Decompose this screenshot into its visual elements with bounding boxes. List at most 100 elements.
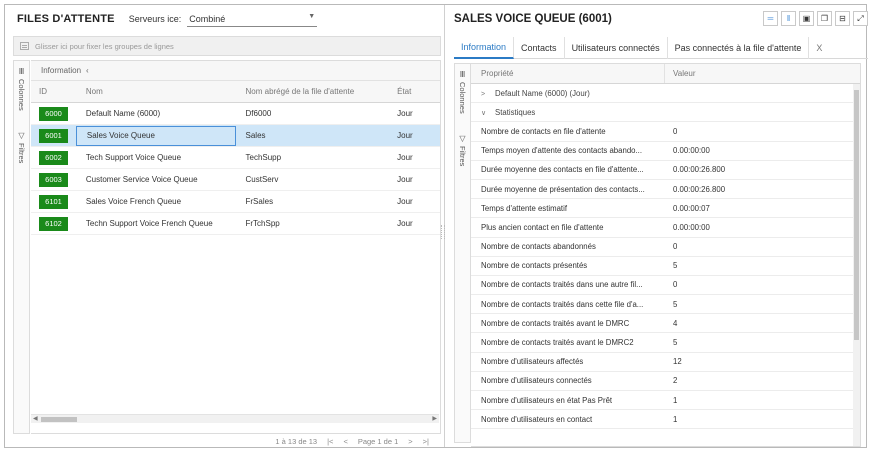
queue-short-name-cell: TechSupp xyxy=(245,153,282,162)
property-value: 5 xyxy=(673,338,678,348)
property-value: 5 xyxy=(673,299,678,309)
table-row[interactable]: 6000 Default Name (6000) Df6000 Jour xyxy=(31,103,440,125)
properties-header: Propriété Valeur xyxy=(471,64,860,84)
queue-short-name-cell: CustServ xyxy=(245,175,279,184)
column-header-abrege[interactable]: Nom abrégé de la file d'attente xyxy=(236,87,386,96)
column-headers: ID Nom Nom abrégé de la file d'attente É… xyxy=(31,81,440,103)
horizontal-scrollbar[interactable]: ◀ ▶ xyxy=(31,414,439,423)
filters-side-tab-label: Filtres xyxy=(458,146,467,167)
row-group-placeholder: Glisser ici pour fixer les groupes de li… xyxy=(35,41,174,51)
columns-side-tab[interactable]: Ⅲ Colonnes xyxy=(455,70,470,114)
row-group-dropzone[interactable]: Glisser ici pour fixer les groupes de li… xyxy=(13,36,441,56)
server-select[interactable]: Combiné ▼ xyxy=(187,11,318,27)
table-row[interactable]: 6003 Customer Service Voice Queue CustSe… xyxy=(31,169,440,191)
filters-side-tab[interactable]: ▽ Filtres xyxy=(455,134,470,166)
group-icon xyxy=(20,42,29,50)
chevron-down-icon: ∨ xyxy=(481,109,487,117)
first-page-icon[interactable]: |< xyxy=(327,437,333,446)
property-name: Nombre d'utilisateurs connectés xyxy=(481,376,592,386)
tab-not-connected[interactable]: Pas connectés à la file d'attente xyxy=(668,37,810,59)
property-row[interactable]: Nombre de contacts traités dans une autr… xyxy=(471,276,860,296)
property-row[interactable]: Nombre de contacts traités avant le DMRC… xyxy=(471,314,860,334)
close-tab-icon[interactable]: X xyxy=(809,37,829,59)
detail-toolbar: ═ ‖ ▣ ❐ ⊟ ⤢ xyxy=(763,11,868,26)
property-row[interactable]: Temps moyen d'attente des contacts aband… xyxy=(471,142,860,161)
property-value: 0 xyxy=(673,280,678,290)
property-name: Plus ancien contact en file d'attente xyxy=(481,222,604,232)
property-row[interactable]: Plus ancien contact en file d'attente 0.0… xyxy=(471,218,860,238)
prev-page-icon[interactable]: < xyxy=(343,437,347,446)
queue-short-name-cell: FrSales xyxy=(245,197,274,206)
scrollbar-thumb[interactable] xyxy=(41,417,77,422)
columns-icon: Ⅲ xyxy=(459,70,466,79)
collapse-group-icon[interactable]: ‹ xyxy=(86,66,89,75)
property-value: 0 xyxy=(673,126,678,136)
property-row[interactable]: Temps d'attente estimatif 0.00:00:07 xyxy=(471,199,860,219)
tab-connected-users[interactable]: Utilisateurs connectés xyxy=(565,37,668,59)
queue-id-badge: 6002 xyxy=(39,150,68,165)
property-row[interactable]: Nombre de contacts traités dans cette fi… xyxy=(471,295,860,315)
group-row-default[interactable]: > Default Name (6000) (Jour) xyxy=(471,84,860,104)
property-row[interactable]: Durée moyenne des contacts en file d'att… xyxy=(471,161,860,180)
detail-title: SALES VOICE QUEUE (6001) xyxy=(454,13,612,25)
last-page-icon[interactable]: >| xyxy=(423,437,429,446)
property-row[interactable]: Nombre d'utilisateurs affectés 12 xyxy=(471,353,860,372)
pagination-bar: 1 à 13 de 13 |< < Page 1 de 1 > >| xyxy=(31,435,441,447)
queue-name-cell: Techn Support Voice French Queue xyxy=(85,219,213,228)
queue-state-cell: Jour xyxy=(397,131,413,140)
copy-icon[interactable]: ❐ xyxy=(817,11,832,26)
scroll-left-icon[interactable]: ◀ xyxy=(33,415,38,422)
window-icon[interactable]: ⊟ xyxy=(835,11,850,26)
queue-short-name-cell: Sales xyxy=(245,131,266,140)
property-name: Nombre d'utilisateurs en état Pas Prêt xyxy=(481,395,613,405)
column-header-property[interactable]: Propriété xyxy=(471,64,665,83)
column-group-header[interactable]: Information ‹ xyxy=(31,61,440,81)
property-row[interactable]: Nombre de contacts en file d'attente 0 xyxy=(471,122,860,142)
property-name: Nombre de contacts abandonnés xyxy=(481,242,596,252)
property-row[interactable]: Nombre de contacts traités avant le DMRC… xyxy=(471,333,860,353)
property-value: 2 xyxy=(673,376,678,386)
filters-side-tab[interactable]: ▽ Filtres xyxy=(14,131,29,163)
table-row[interactable]: 6102 Techn Support Voice French Queue Fr… xyxy=(31,213,440,235)
table-row-selected[interactable]: 6001 Sales Voice Queue Sales Jour xyxy=(31,125,440,147)
tab-contacts[interactable]: Contacts xyxy=(514,37,565,59)
property-row[interactable]: Durée moyenne de présentation des contac… xyxy=(471,180,860,200)
queue-state-cell: Jour xyxy=(397,219,413,228)
column-header-nom[interactable]: Nom xyxy=(76,87,236,96)
property-row[interactable]: Nombre d'utilisateurs connectés 2 xyxy=(471,372,860,391)
queues-grid: Information ‹ ID Nom Nom abrégé de la fi… xyxy=(31,60,441,434)
layout-columns-icon[interactable]: ‖ xyxy=(781,11,796,26)
table-row[interactable]: 6002 Tech Support Voice Queue TechSupp J… xyxy=(31,147,440,169)
next-page-icon[interactable]: > xyxy=(408,437,412,446)
layout-rows-icon[interactable]: ═ xyxy=(763,11,778,26)
scroll-right-icon[interactable]: ▶ xyxy=(432,415,437,422)
property-name: Nombre d'utilisateurs affectés xyxy=(481,357,584,367)
expand-icon[interactable]: ⤢ xyxy=(853,11,868,26)
pagination-page: Page 1 de 1 xyxy=(357,436,399,446)
queue-name-cell: Sales Voice Queue xyxy=(75,125,236,146)
queue-id-badge: 6102 xyxy=(39,216,68,231)
column-header-value[interactable]: Valeur xyxy=(665,69,696,78)
columns-side-tab[interactable]: Ⅲ Colonnes xyxy=(14,67,29,111)
group-label: Statistiques xyxy=(495,107,536,117)
vertical-scrollbar[interactable] xyxy=(853,84,860,446)
property-row[interactable]: Nombre d'utilisateurs en état Pas Prêt 1 xyxy=(471,391,860,411)
property-name: Nombre d'utilisateurs en contact xyxy=(481,414,593,424)
column-header-id[interactable]: ID xyxy=(31,87,76,96)
property-row[interactable]: Nombre d'utilisateurs en contact 1 xyxy=(471,410,860,430)
queue-short-name-cell: FrTchSpp xyxy=(245,219,280,228)
save-icon[interactable]: ▣ xyxy=(799,11,814,26)
group-row-statistics[interactable]: ∨ Statistiques xyxy=(471,103,860,123)
property-name: Temps moyen d'attente des contacts aband… xyxy=(481,146,642,156)
columns-side-tab-label: Colonnes xyxy=(458,82,467,114)
pane-splitter-handle[interactable] xyxy=(441,225,445,239)
table-row[interactable]: 6101 Sales Voice French Queue FrSales Jo… xyxy=(31,191,440,213)
property-row[interactable]: Nombre de contacts abandonnés 0 xyxy=(471,238,860,257)
queue-state-cell: Jour xyxy=(397,109,413,118)
property-name: Durée moyenne de présentation des contac… xyxy=(481,184,645,194)
queue-detail-pane: SALES VOICE QUEUE (6001) ═ ‖ ▣ ❐ ⊟ ⤢ Inf… xyxy=(446,5,868,447)
property-row[interactable]: Nombre de contacts présentés 5 xyxy=(471,257,860,276)
scrollbar-thumb[interactable] xyxy=(854,90,859,340)
column-header-etat[interactable]: État xyxy=(385,87,440,96)
tab-information[interactable]: Information xyxy=(454,37,515,59)
